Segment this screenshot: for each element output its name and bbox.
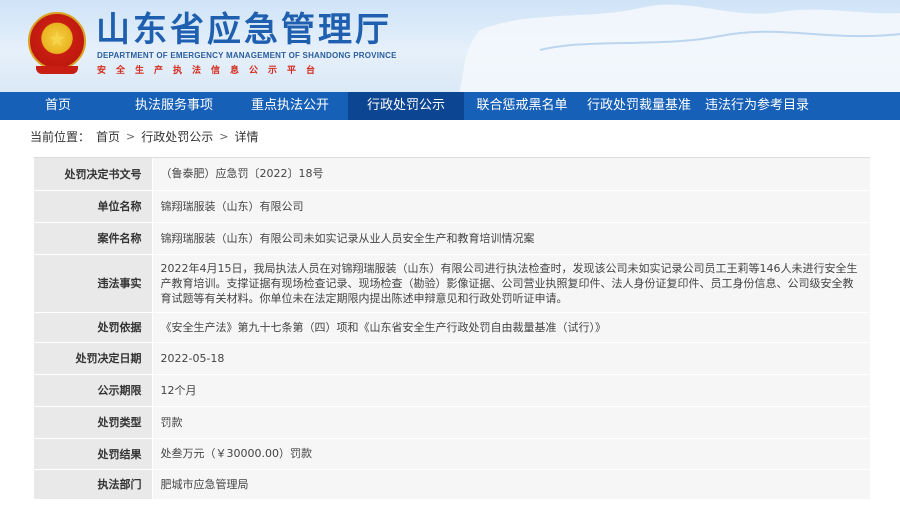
row-label: 案件名称 — [34, 222, 153, 255]
site-subtitle-cn: 安全生产执法信息公示平台 — [97, 66, 326, 76]
row-value: 肥城市应急管理局 — [152, 469, 870, 500]
penalty-detail-table: 处罚决定书文号 （鲁泰肥）应急罚〔2022〕18号 单位名称 锦翔瑞服装（山东）… — [34, 158, 870, 500]
main-nav: 首页 执法服务事项 重点执法公开 行政处罚公示 联合惩戒黑名单 行政处罚裁量基准… — [0, 92, 900, 120]
nav-item-key-enforcement[interactable]: 重点执法公开 — [232, 92, 348, 120]
breadcrumb-item-penalty-notice[interactable]: 行政处罚公示 — [141, 128, 213, 145]
breadcrumb-separator: > — [219, 129, 229, 143]
breadcrumb-item-home[interactable]: 首页 — [96, 128, 120, 145]
header-banner: ★ 山东省应急管理厅 DEPARTMENT OF EMERGENCY MANAG… — [0, 0, 900, 92]
table-row-enforcement-dept: 执法部门 肥城市应急管理局 — [34, 469, 870, 500]
table-row-violation-facts: 违法事实 2022年4月15日，我局执法人员在对锦翔瑞服装（山东）有限公司进行执… — [34, 254, 870, 313]
row-value: 罚款 — [152, 406, 870, 439]
breadcrumb: 当前位置： 首页 > 行政处罚公示 > 详情 — [30, 128, 259, 144]
national-emblem-icon: ★ — [28, 12, 86, 70]
nav-item-services[interactable]: 执法服务事项 — [116, 92, 232, 120]
row-label: 执法部门 — [34, 469, 153, 500]
breadcrumb-separator: > — [126, 129, 136, 143]
breadcrumb-prefix: 当前位置： — [30, 129, 91, 144]
row-value: 2022-05-18 — [152, 342, 870, 375]
table-row-notice-period: 公示期限 12个月 — [34, 374, 870, 407]
table-row-penalty-result: 处罚结果 处叁万元（￥30000.00）罚款 — [34, 438, 870, 470]
emblem-ribbon — [36, 66, 78, 74]
table-row-case-name: 案件名称 锦翔瑞服装（山东）有限公司未如实记录从业人员安全生产和教育培训情况案 — [34, 222, 870, 255]
table-row-document-number: 处罚决定书文号 （鲁泰肥）应急罚〔2022〕18号 — [34, 158, 870, 191]
row-value: 锦翔瑞服装（山东）有限公司 — [152, 190, 870, 223]
row-label: 单位名称 — [34, 190, 153, 223]
row-label: 处罚类型 — [34, 406, 153, 439]
row-value: 锦翔瑞服装（山东）有限公司未如实记录从业人员安全生产和教育培训情况案 — [152, 222, 870, 255]
row-value: 《安全生产法》第九十七条第（四）项和《山东省安全生产行政处罚自由裁量基准（试行）… — [152, 312, 870, 343]
row-value: （鲁泰肥）应急罚〔2022〕18号 — [152, 158, 870, 191]
site-title: 山东省应急管理厅 — [96, 10, 392, 50]
province-map-graphic — [459, 4, 900, 92]
row-label: 处罚依据 — [34, 312, 153, 343]
site-subtitle-en: DEPARTMENT OF EMERGENCY MANAGEMENT OF SH… — [97, 51, 397, 60]
breadcrumb-item-detail: 详情 — [234, 129, 259, 144]
row-label: 处罚决定日期 — [34, 342, 153, 375]
nav-item-home[interactable]: 首页 — [0, 92, 116, 120]
row-label: 处罚决定书文号 — [34, 158, 153, 191]
table-row-penalty-basis: 处罚依据 《安全生产法》第九十七条第（四）项和《山东省安全生产行政处罚自由裁量基… — [34, 312, 870, 343]
table-row-penalty-type: 处罚类型 罚款 — [34, 406, 870, 439]
row-label: 处罚结果 — [34, 438, 153, 470]
table-row-unit-name: 单位名称 锦翔瑞服装（山东）有限公司 — [34, 190, 870, 223]
table-row-decision-date: 处罚决定日期 2022-05-18 — [34, 342, 870, 375]
nav-item-penalty-standards[interactable]: 行政处罚裁量基准 — [580, 92, 698, 120]
row-value: 12个月 — [152, 374, 870, 407]
row-value: 处叁万元（￥30000.00）罚款 — [152, 438, 870, 470]
row-label: 违法事实 — [34, 254, 153, 313]
row-value: 2022年4月15日，我局执法人员在对锦翔瑞服装（山东）有限公司进行执法检查时，… — [152, 254, 870, 313]
nav-item-violation-catalog[interactable]: 违法行为参考目录 — [698, 92, 816, 120]
row-label: 公示期限 — [34, 374, 153, 407]
nav-item-penalty-notice[interactable]: 行政处罚公示 — [348, 92, 464, 120]
nav-item-blacklist[interactable]: 联合惩戒黑名单 — [464, 92, 580, 120]
